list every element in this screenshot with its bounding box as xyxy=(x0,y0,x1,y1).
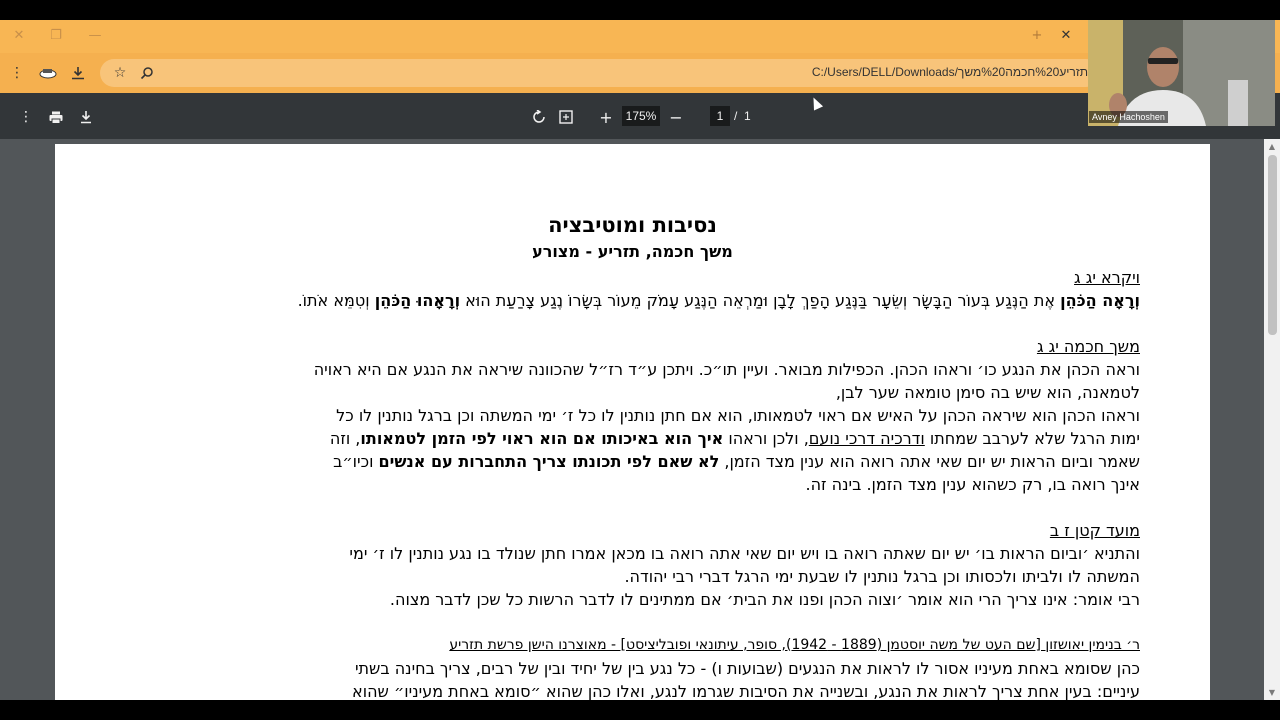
text-span: , וזה xyxy=(329,429,361,448)
section-heading-binyamin: ר׳ בנימין יאושזון [שם העט של משה יוסטמן … xyxy=(449,637,1140,653)
menu-dots-icon[interactable]: ⋮ xyxy=(9,63,25,83)
paragraph-line: ימות הרגל שלא לערבב שמחתו ודרכיה דרכי נו… xyxy=(125,427,1140,450)
zoom-in-icon[interactable]: + xyxy=(595,107,617,127)
bold-phrase: וְרָאָהוּ הַכֹּהֵן xyxy=(374,291,461,310)
scroll-up-arrow-icon[interactable]: ▲ xyxy=(1264,140,1280,154)
total-pages: 1 xyxy=(744,109,751,123)
paragraph-line: שאמר וביום הראות יש יום שאי אתה רואה הוא… xyxy=(125,450,1140,473)
download-icon[interactable] xyxy=(75,107,97,127)
extension-icon[interactable] xyxy=(38,63,58,83)
more-icon[interactable]: ⋮ xyxy=(15,107,37,127)
minimize-window-icon[interactable]: — xyxy=(86,27,104,45)
verse-span: אֶת הַנֶּגַע בְּעוֹר הַבָּשָׂר וְשֵׂעָר … xyxy=(460,291,1061,310)
doc-subtitle: משך חכמה, תזריע - מצורע xyxy=(532,242,733,261)
text-span: וכיו״ב xyxy=(333,452,379,471)
document-content: נסיבות ומוטיבציה משך חכמה, תזריע - מצורע… xyxy=(125,210,1140,700)
paragraph-line: רבי אומר: אינו צריך הרי הוא אומר ׳וצוה ה… xyxy=(389,590,1140,609)
page-count: / 1 xyxy=(734,106,751,126)
page-separator: / xyxy=(734,109,738,123)
scrollbar-thumb[interactable] xyxy=(1268,155,1277,335)
bold-phrase: וְרָאָה הַכֹּהֵן xyxy=(1060,291,1140,310)
zoom-search-icon[interactable] xyxy=(137,63,157,83)
print-icon[interactable] xyxy=(45,107,67,127)
rotate-icon[interactable] xyxy=(528,107,550,127)
section-heading-moed-katan: מועד קטן ז ב xyxy=(1049,521,1140,540)
text-span: , ולכן וראהו xyxy=(723,429,809,448)
paragraph-line: וראה הכהן את הנגע כו׳ וראהו הכהן. הכפילו… xyxy=(313,360,1140,379)
verse-text: וְרָאָה הַכֹּהֵן אֶת הַנֶּגַע בְּעוֹר הַ… xyxy=(125,289,1140,312)
paragraph-line: לטמאנה, הוא שיש בה סימן טומאה שער לבן, xyxy=(835,383,1140,402)
paragraph-line: אינך רואה בו, רק כשהוא ענין מצד הזמן. בי… xyxy=(805,475,1141,494)
paragraph-line: עיניים: בעין אחת צריך לראות את הנגע, ובש… xyxy=(352,682,1140,700)
zoom-level[interactable]: 175% xyxy=(622,106,660,126)
doc-title: נסיבות ומוטיבציה xyxy=(548,213,717,237)
pdf-page: נסיבות ומוטיבציה משך חכמה, תזריע - מצורע… xyxy=(55,144,1210,700)
star-icon[interactable]: ☆ xyxy=(110,63,130,83)
download-icon[interactable] xyxy=(68,63,88,83)
pdf-viewer[interactable]: נסיבות ומוטיבציה משך חכמה, תזריע - מצורע… xyxy=(0,139,1264,700)
paragraph-line: כהן שסומא באחת מעיניו אסור לו לראות את ה… xyxy=(354,659,1140,678)
text-span: שאמר וביום הראות יש יום שאי אתה רואה הוא… xyxy=(719,452,1140,471)
screen-bottom-border xyxy=(0,700,1280,720)
close-tab-button[interactable]: ✕ xyxy=(1057,27,1075,45)
omnibox[interactable]: C:/Users/DELL/Downloads/תזריע%20חכמה%20מ… xyxy=(100,59,1100,87)
page-number-input[interactable]: 1 xyxy=(710,106,730,126)
underlined-phrase: ודרכיה דרכי נועם xyxy=(808,429,925,448)
new-tab-button[interactable]: + xyxy=(1028,27,1046,45)
paragraph-line: המשתה לו ולביתו ולכסותו וכן ברגל נותנין … xyxy=(624,567,1140,586)
address-text[interactable]: C:/Users/DELL/Downloads/תזריע%20חכמה%20מ… xyxy=(812,65,1088,79)
fit-page-icon[interactable] xyxy=(555,107,577,127)
close-window-icon[interactable]: ✕ xyxy=(10,27,28,45)
paragraph-line: וראהו הכהן הוא שיראה הכהן על האיש אם ראו… xyxy=(336,406,1140,425)
section-heading-meshech: משך חכמה יג ג xyxy=(1036,337,1140,356)
bold-phrase: איך הוא באיכותו אם הוא ראוי לפי הזמן לטמ… xyxy=(360,429,724,448)
participant-name-label: Avney Hachoshen xyxy=(1089,111,1168,123)
restore-window-icon[interactable]: ❐ xyxy=(47,27,65,45)
bold-phrase: לא שאם לפי תכונתו צריך התחברות עם אנשים xyxy=(378,452,720,471)
screen-top-border xyxy=(0,0,1280,20)
verse-span: וְטִמֵּא אֹתוֹ. xyxy=(297,291,375,310)
paragraph-line: והתניא ׳וביום הראות בו׳ יש יום שאתה רואה… xyxy=(349,544,1140,563)
text-span: ימות הרגל שלא לערבב שמחתו xyxy=(924,429,1140,448)
scroll-down-arrow-icon[interactable]: ▼ xyxy=(1264,686,1280,700)
zoom-out-icon[interactable]: − xyxy=(665,107,687,127)
section-heading-vayikra: ויקרא יג ג xyxy=(1074,268,1140,287)
